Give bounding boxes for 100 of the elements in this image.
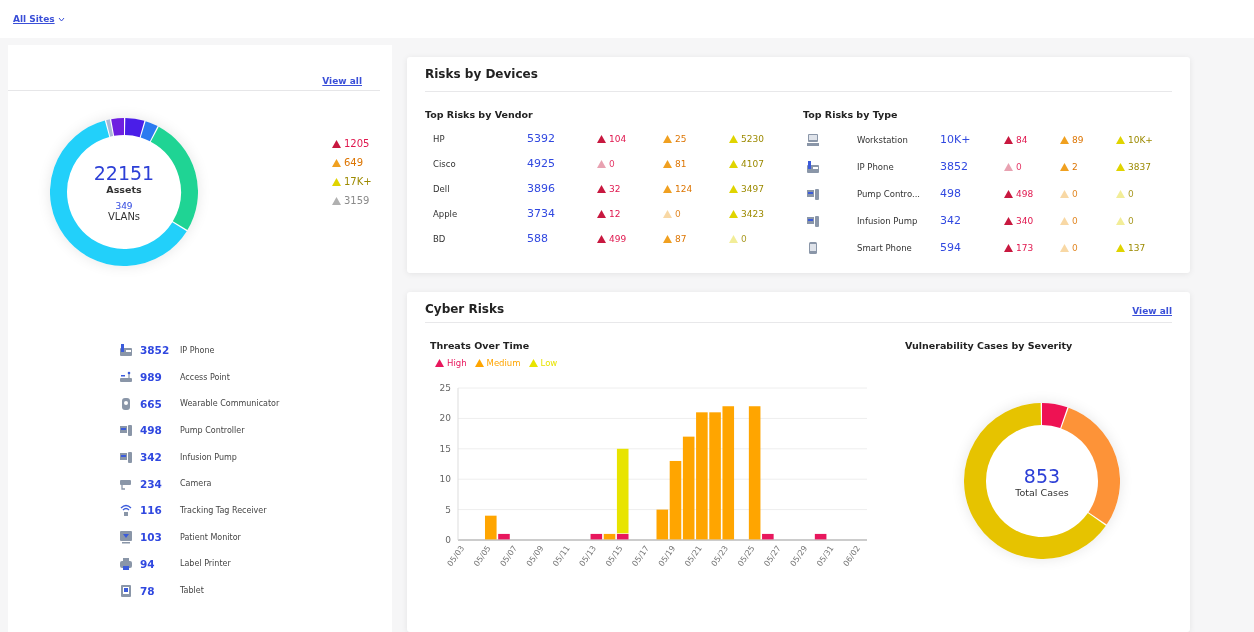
warning-icon: [1116, 216, 1125, 225]
device-name: Access Point: [180, 372, 230, 382]
device-name: Infusion Pump: [180, 452, 237, 462]
warning-icon: [663, 209, 672, 218]
warning-icon: [1004, 216, 1013, 225]
vendor-name: BD: [432, 233, 447, 244]
device-name: Label Printer: [180, 559, 231, 569]
risk-count: 104: [609, 133, 627, 144]
risk-count: 2: [1072, 161, 1078, 172]
asset-label: Assets: [106, 184, 142, 195]
vlan-label: VLANs: [107, 211, 141, 222]
risk-count: 12: [609, 208, 621, 219]
warning-icon: [729, 234, 738, 243]
risk-count: 3837: [1128, 161, 1151, 172]
device-name: Pump Controller: [180, 425, 245, 435]
table-title: Top Risks by Vendor: [425, 109, 534, 120]
legend-label: Medium: [486, 358, 521, 368]
risk-count: 0: [609, 158, 615, 169]
risk-count: 81: [675, 158, 687, 169]
warning-icon: [597, 209, 606, 218]
desk-phone-icon: [806, 159, 820, 174]
device-count: 498: [140, 424, 163, 437]
risk-count: 0: [1016, 161, 1022, 172]
risk-count: 4107: [741, 158, 764, 169]
device-count: 4925: [527, 157, 556, 170]
view-all-link[interactable]: View all: [1132, 306, 1172, 316]
risk-count: 87: [675, 233, 687, 244]
warning-icon: [332, 139, 341, 148]
risk-count: 25: [675, 133, 687, 144]
pump-icon: [119, 423, 133, 438]
risk-count: 3497: [741, 183, 764, 194]
risk-count: 5230: [741, 133, 764, 144]
risk-count: 0: [1072, 188, 1078, 199]
risk-count: 1205: [344, 138, 370, 149]
risk-count: 0: [1128, 188, 1134, 199]
risk-count: 649: [344, 157, 364, 168]
warning-icon: [1004, 135, 1013, 144]
device-name: Tracking Tag Receiver: [180, 505, 267, 515]
device-name: Wearable Communicator: [180, 399, 280, 409]
pump-icon: [806, 186, 820, 201]
risk-count: 0: [741, 233, 747, 244]
warning-icon: [729, 159, 738, 168]
device-type: IP Phone: [856, 161, 895, 172]
axis-label: 15: [439, 443, 451, 454]
warning-icon: [332, 196, 341, 205]
tablet-icon: [119, 583, 133, 598]
view-all-link[interactable]: View all: [322, 76, 362, 86]
risk-count: 17K+: [344, 176, 372, 187]
device-type: Workstation: [856, 134, 909, 145]
risk-count: 3159: [344, 195, 370, 206]
phone-icon: [806, 240, 820, 255]
wireless-icon: [119, 503, 133, 518]
warning-icon: [332, 158, 341, 167]
warning-icon: [663, 184, 672, 193]
axis-label: 0: [445, 535, 451, 545]
device-count: 665: [140, 397, 163, 410]
device-count: 3896: [527, 182, 556, 195]
warning-icon: [597, 134, 606, 143]
vendor-name: Cisco: [432, 158, 457, 169]
legend-label: High: [447, 358, 467, 368]
device-count: 3852: [140, 344, 171, 357]
case-label: Total Cases: [1015, 486, 1069, 498]
warning-icon: [597, 234, 606, 243]
pump-icon: [119, 450, 133, 465]
warning-icon: [1116, 189, 1125, 198]
axis-label: 20: [439, 413, 451, 424]
site-filter-link[interactable]: All Sites: [13, 14, 65, 24]
chart-title: Vulnerability Cases by Severity: [905, 340, 1074, 351]
risk-count: 0: [1072, 215, 1078, 226]
warning-icon: [1004, 162, 1013, 171]
warning-icon: [1116, 243, 1125, 252]
warning-icon: [1060, 243, 1069, 252]
device-name: Patient Monitor: [180, 532, 241, 542]
vendor-name: HP: [432, 133, 446, 144]
device-type: Pump Contro...: [856, 188, 922, 199]
vendor-name: Apple: [432, 208, 459, 219]
risk-count: 124: [675, 183, 693, 194]
table-title: Top Risks by Type: [803, 109, 899, 120]
axis-label: 25: [439, 383, 451, 393]
asset-total: 22151: [93, 162, 155, 184]
device-count: 10K+: [940, 133, 972, 146]
caret-icon: [57, 16, 65, 22]
device-count: 5392: [527, 132, 556, 145]
monitor-icon: [119, 530, 133, 545]
warning-icon: [663, 234, 672, 243]
warning-icon: [729, 184, 738, 193]
device-count: 342: [940, 214, 962, 227]
bar: [814, 533, 827, 540]
warning-icon: [729, 209, 738, 218]
risk-count: 3423: [741, 208, 764, 219]
pump-icon: [806, 213, 820, 228]
warning-icon: [332, 177, 341, 186]
vlan-count: 349: [115, 201, 133, 211]
risk-count: 173: [1016, 242, 1034, 253]
risk-count: 0: [675, 208, 681, 219]
legend-label: Low: [540, 358, 558, 368]
triangle-icon: [435, 359, 444, 367]
desk-phone-icon: [119, 343, 133, 358]
router-icon: [119, 370, 133, 385]
risk-count: 89: [1072, 134, 1084, 145]
